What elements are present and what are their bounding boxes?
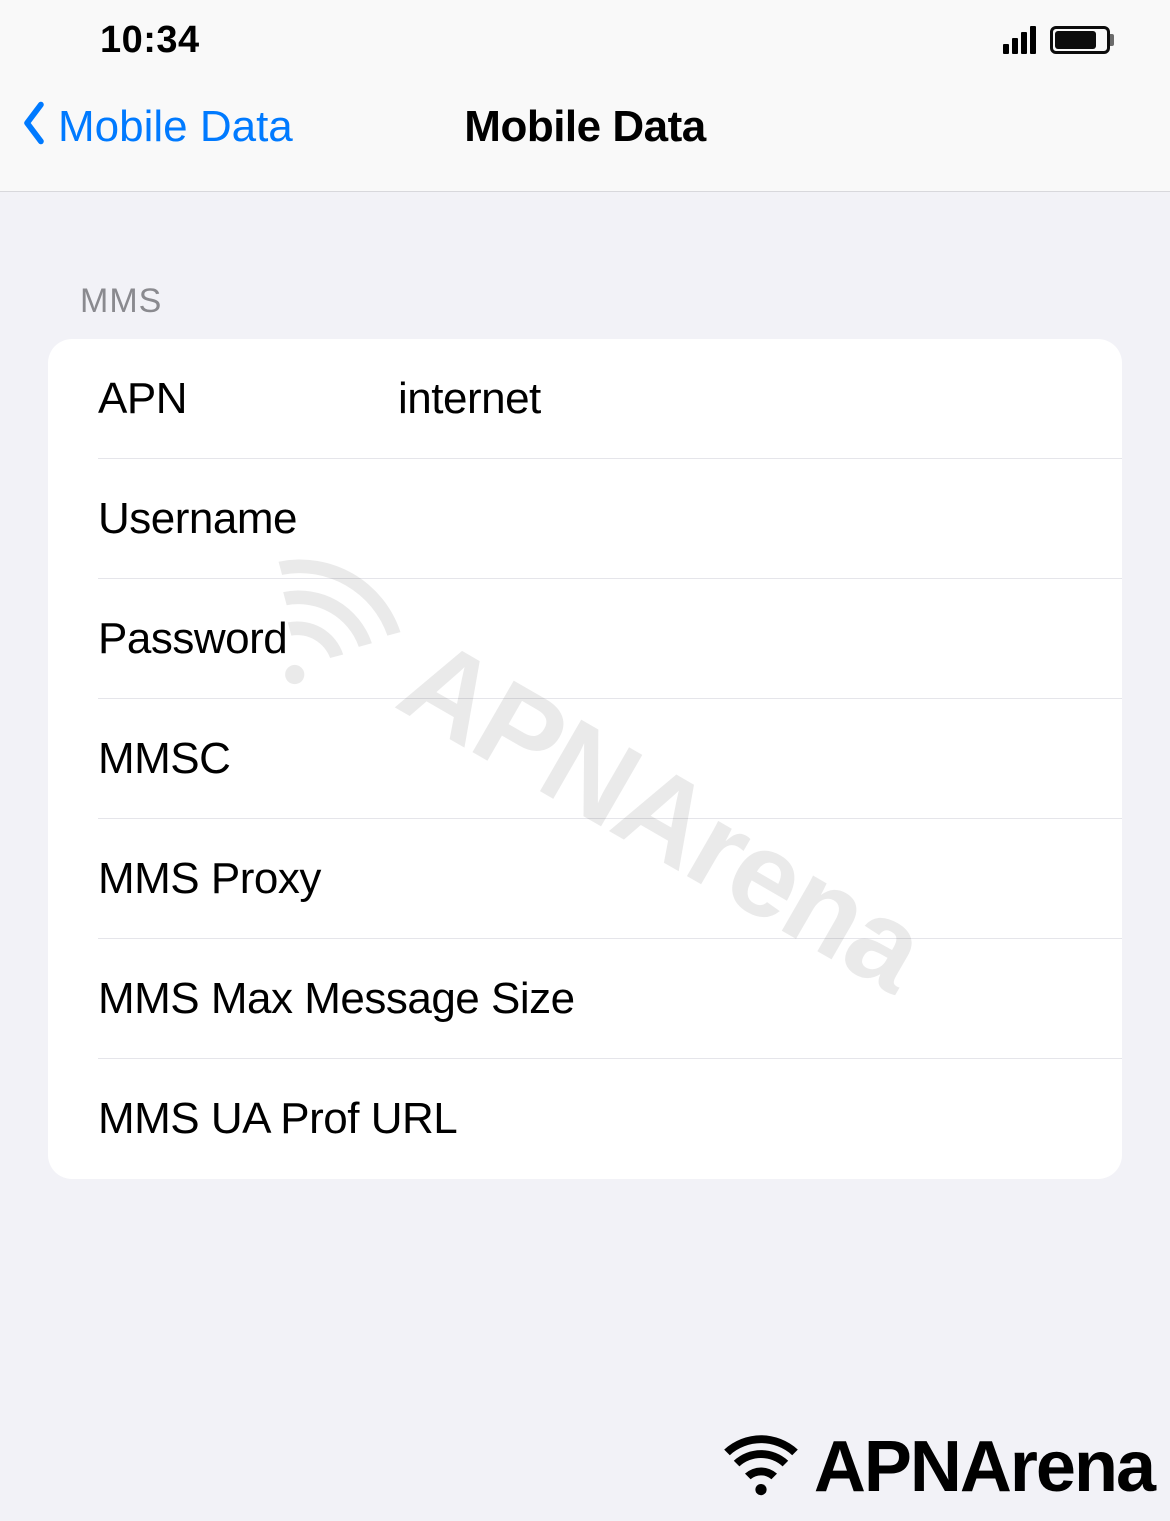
section-header-mms: MMS [48, 192, 1122, 339]
mms-proxy-row[interactable]: MMS Proxy [48, 819, 1122, 939]
nav-bar: Mobile Data Mobile Data [0, 80, 1170, 192]
username-row[interactable]: Username [48, 459, 1122, 579]
apn-label: APN [98, 374, 398, 424]
apn-row[interactable]: APN [48, 339, 1122, 459]
mms-ua-prof-row[interactable]: MMS UA Prof URL [48, 1059, 1122, 1179]
page-title: Mobile Data [464, 102, 705, 152]
mmsc-label: MMSC [98, 734, 398, 784]
status-right [1003, 26, 1110, 54]
chevron-left-icon [20, 100, 48, 153]
signal-icon [1003, 26, 1036, 54]
mms-proxy-label: MMS Proxy [98, 854, 398, 904]
username-label: Username [98, 494, 398, 544]
mmsc-field[interactable] [398, 734, 1122, 784]
mms-max-size-row[interactable]: MMS Max Message Size [48, 939, 1122, 1059]
password-row[interactable]: Password [48, 579, 1122, 699]
mms-ua-prof-label: MMS UA Prof URL [98, 1094, 457, 1144]
username-field[interactable] [398, 494, 1122, 544]
back-label: Mobile Data [58, 102, 293, 152]
password-field[interactable] [398, 614, 1122, 664]
content: MMS APN Username Password MMSC MMS Proxy… [0, 192, 1170, 1179]
wifi-icon [716, 1424, 806, 1509]
status-bar: 10:34 [0, 0, 1170, 80]
apn-field[interactable] [398, 374, 1122, 424]
mms-max-size-label: MMS Max Message Size [98, 974, 575, 1024]
mms-settings-group: APN Username Password MMSC MMS Proxy MMS… [48, 339, 1122, 1179]
password-label: Password [98, 614, 398, 664]
mms-max-size-field[interactable] [575, 974, 1122, 1024]
mms-proxy-field[interactable] [398, 854, 1122, 904]
brand-text: APNArena [814, 1426, 1154, 1508]
battery-icon [1050, 26, 1110, 54]
mms-ua-prof-field[interactable] [457, 1094, 1122, 1144]
mmsc-row[interactable]: MMSC [48, 699, 1122, 819]
back-button[interactable]: Mobile Data [20, 100, 293, 153]
status-time: 10:34 [100, 19, 200, 62]
footer-brand: APNArena [716, 1424, 1154, 1509]
